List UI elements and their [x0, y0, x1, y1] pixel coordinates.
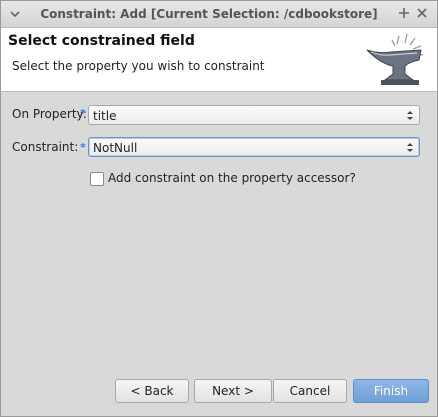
property-label: On Property: [12, 107, 87, 121]
back-button[interactable]: < Back [115, 379, 189, 403]
window-title: Constraint: Add [Current Selection: /cdb… [40, 7, 378, 21]
constraint-combo[interactable]: NotNull [88, 137, 420, 157]
property-combo-value: title [93, 109, 117, 123]
page-title: Select constrained field [8, 33, 195, 49]
accessor-checkbox[interactable] [90, 172, 104, 186]
page-description: Select the property you wish to constrai… [12, 59, 265, 73]
constraint-label: Constraint: [12, 140, 79, 154]
cancel-button[interactable]: Cancel [273, 379, 347, 403]
property-combo[interactable]: title [88, 105, 420, 125]
required-marker: * [80, 141, 86, 154]
next-button[interactable]: Next > [194, 379, 272, 403]
plus-icon[interactable] [397, 6, 411, 20]
form-area: On Property: * title Constraint: * NotNu… [1, 92, 437, 366]
finish-button[interactable]: Finish [353, 379, 429, 403]
button-bar: < Back Next > Cancel Finish [1, 366, 437, 416]
required-marker: * [80, 107, 86, 120]
chevron-down-icon[interactable] [9, 8, 21, 20]
updown-arrows-icon [407, 111, 413, 120]
close-icon[interactable] [415, 6, 429, 20]
dialog-window: Constraint: Add [Current Selection: /cdb… [0, 0, 438, 417]
constraint-combo-value: NotNull [93, 141, 138, 155]
updown-arrows-icon [407, 143, 413, 152]
accessor-checkbox-label[interactable]: Add constraint on the property accessor? [108, 171, 356, 185]
anvil-icon [366, 33, 424, 85]
wizard-banner: Select constrained field Select the prop… [1, 28, 437, 92]
title-bar[interactable]: Constraint: Add [Current Selection: /cdb… [1, 1, 437, 28]
